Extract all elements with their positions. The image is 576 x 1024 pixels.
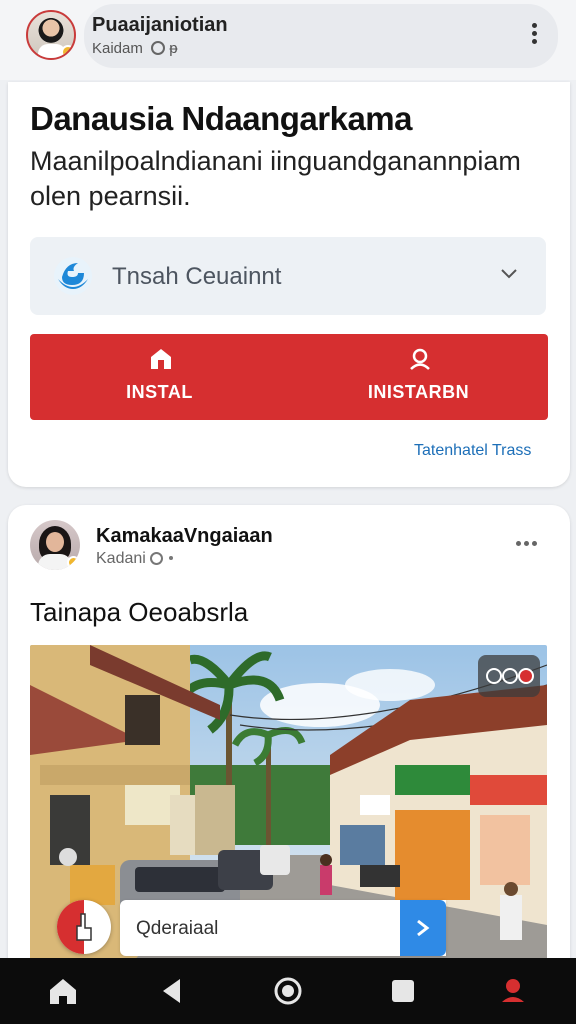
post-meta: Kadani (96, 550, 173, 568)
card-title: Danausia Ndaangarkama (30, 100, 413, 137)
comment-placeholder: Qderaiaal (136, 918, 219, 939)
account-select[interactable]: Tnsah Ceuainnt (30, 237, 546, 315)
reaction-icon (502, 668, 518, 684)
header-subtitle: Kaidam ᵽ (92, 40, 178, 57)
globe-icon (149, 552, 163, 565)
verified-badge-icon (67, 556, 80, 569)
post-caption: Tainapa Oeoabsrla (30, 597, 249, 627)
globe-logo-icon (54, 257, 92, 295)
select-value: Tnsah Ceuainnt (112, 263, 282, 290)
user-icon (410, 348, 430, 370)
comment-avatar-icon[interactable] (57, 900, 111, 954)
post-author-name[interactable]: KamakaaVngaiaan (96, 525, 273, 548)
profile-avatar[interactable] (26, 10, 76, 60)
chevron-right-icon (417, 919, 430, 937)
back-icon[interactable] (158, 976, 188, 1006)
register-button-label: INISTARBN (367, 382, 470, 402)
more-options-icon[interactable] (528, 20, 540, 50)
send-button[interactable] (400, 900, 446, 956)
install-button-label: INSTAL (126, 382, 193, 402)
reaction-icon (486, 668, 502, 684)
globe-icon (151, 41, 166, 55)
photo-reactions-badge[interactable] (478, 655, 540, 697)
home-circle-icon[interactable] (273, 976, 303, 1006)
register-button[interactable]: INISTARBN (289, 334, 548, 420)
info-card: Danausia Ndaangarkama Maanilpoalndianani… (8, 82, 570, 487)
system-nav-bar (0, 958, 576, 1024)
terms-link[interactable]: Tatenhatel Trass (414, 442, 531, 460)
chevron-down-icon (501, 269, 517, 279)
home-icon[interactable] (48, 976, 78, 1006)
action-button-bar: INSTAL INISTARBN (30, 334, 548, 420)
verified-badge-icon (61, 45, 74, 58)
header-name: Puaaijaniotian (92, 14, 228, 36)
install-button[interactable]: INSTAL (30, 334, 289, 420)
reaction-icon (518, 668, 534, 684)
post-author-avatar[interactable] (30, 520, 80, 570)
card-description: Maanilpoalndianani iinguandganannpiam ol… (30, 146, 521, 211)
recents-icon[interactable] (388, 976, 418, 1006)
post-more-icon[interactable] (516, 533, 544, 546)
home-icon (151, 349, 171, 369)
user-pin-icon[interactable] (498, 976, 528, 1006)
